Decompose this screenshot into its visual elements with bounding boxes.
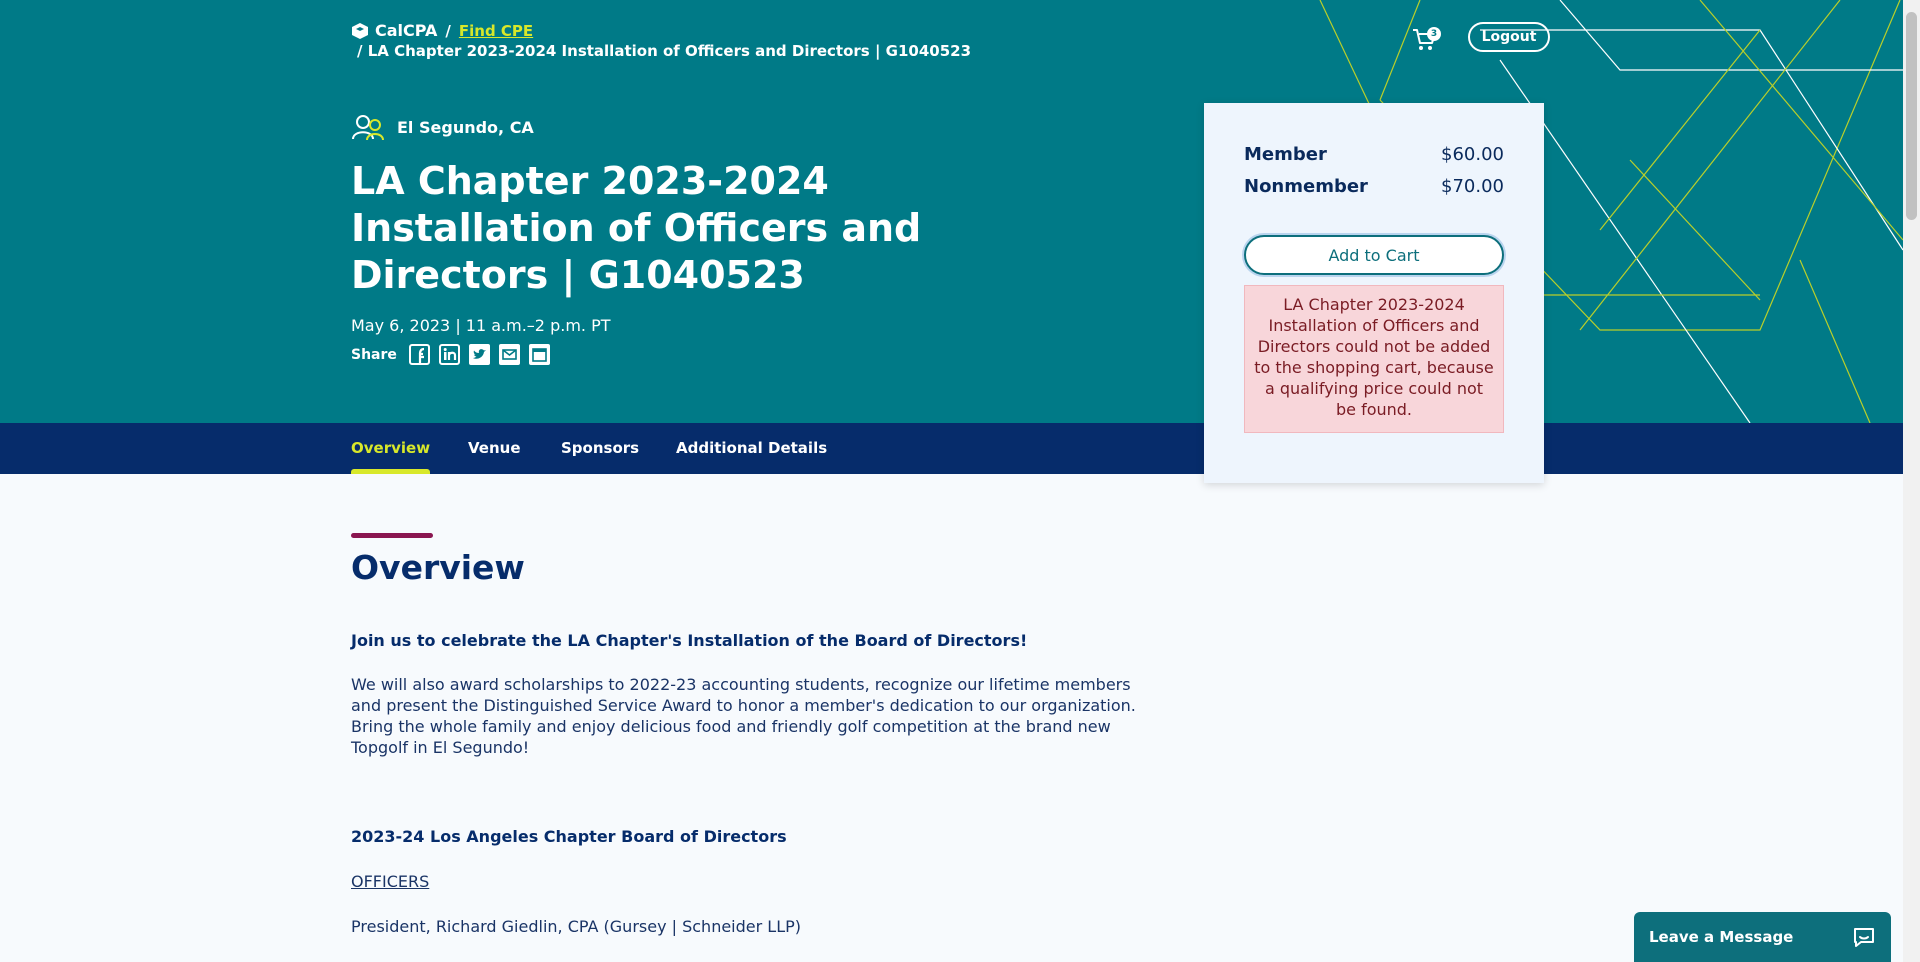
price-value: $70.00 [1441,176,1504,197]
linkedin-icon[interactable] [438,344,460,365]
calendar-icon[interactable] [528,344,550,365]
leave-message-widget[interactable]: Leave a Message [1634,912,1891,962]
twitter-icon[interactable] [468,344,490,365]
email-icon[interactable] [498,344,520,365]
chat-label: Leave a Message [1649,928,1794,946]
add-to-cart-button[interactable]: Add to Cart [1244,235,1504,275]
location-text: El Segundo, CA [397,117,534,137]
error-alert: LA Chapter 2023-2024 Installation of Off… [1244,285,1504,433]
overview-intro: Join us to celebrate the LA Chapter's In… [351,631,1028,650]
cart-count-badge: 3 [1427,27,1441,41]
calcpa-logo-icon [352,23,368,39]
price-row-member: Member $60.00 [1244,144,1504,165]
tab-additional-details[interactable]: Additional Details [676,423,827,474]
price-label: Nonmember [1244,176,1368,197]
board-heading: 2023-24 Los Angeles Chapter Board of Dir… [351,827,787,846]
president-name: , Richard Giedlin, CPA (Gursey | Schneid… [425,917,802,936]
people-icon [352,115,384,140]
event-title: LA Chapter 2023-2024 Installation of Off… [351,159,922,297]
breadcrumb-separator-2: / [357,42,363,60]
overview-heading: Overview [351,548,525,587]
price-label: Member [1244,144,1327,165]
logo-text: CalCPA [375,21,438,40]
logout-button[interactable]: Logout [1468,22,1550,52]
price-row-nonmember: Nonmember $70.00 [1244,176,1504,197]
price-value: $60.00 [1441,144,1504,165]
chat-bubble-icon [1854,928,1874,947]
breadcrumb: CalCPA / Find CPE / LA Chapter 2023-2024… [351,21,971,61]
scrollbar-thumb[interactable] [1906,12,1917,220]
tab-sponsors[interactable]: Sponsors [561,423,639,474]
share-bar: Share [351,344,550,365]
overview-content: Join us to celebrate the LA Chapter's In… [351,630,1151,937]
tab-overview[interactable]: Overview [351,423,431,474]
president-role: President [351,917,426,936]
share-label: Share [351,346,397,363]
tab-venue[interactable]: Venue [468,423,521,474]
event-datetime: May 6, 2023 | 11 a.m.–2 p.m. PT [351,316,611,335]
heading-accent-bar [351,533,433,538]
facebook-icon[interactable] [408,344,430,365]
breadcrumb-separator: / [445,22,451,40]
overview-body: We will also award scholarships to 2022-… [351,675,1136,757]
officers-label: OFFICERS [351,872,430,891]
section-tabs: Overview Venue Sponsors Additional Detai… [0,423,1903,474]
hero-banner: CalCPA / Find CPE / LA Chapter 2023-2024… [0,0,1903,423]
breadcrumb-find-cpe-link[interactable]: Find CPE [459,21,533,41]
page-scrollbar[interactable] [1903,0,1920,962]
breadcrumb-current: LA Chapter 2023-2024 Installation of Off… [367,42,972,60]
event-location: El Segundo, CA [351,114,534,140]
pricing-card: Member $60.00 Nonmember $70.00 Add to Ca… [1204,103,1544,483]
calcpa-logo[interactable]: CalCPA [351,21,437,41]
